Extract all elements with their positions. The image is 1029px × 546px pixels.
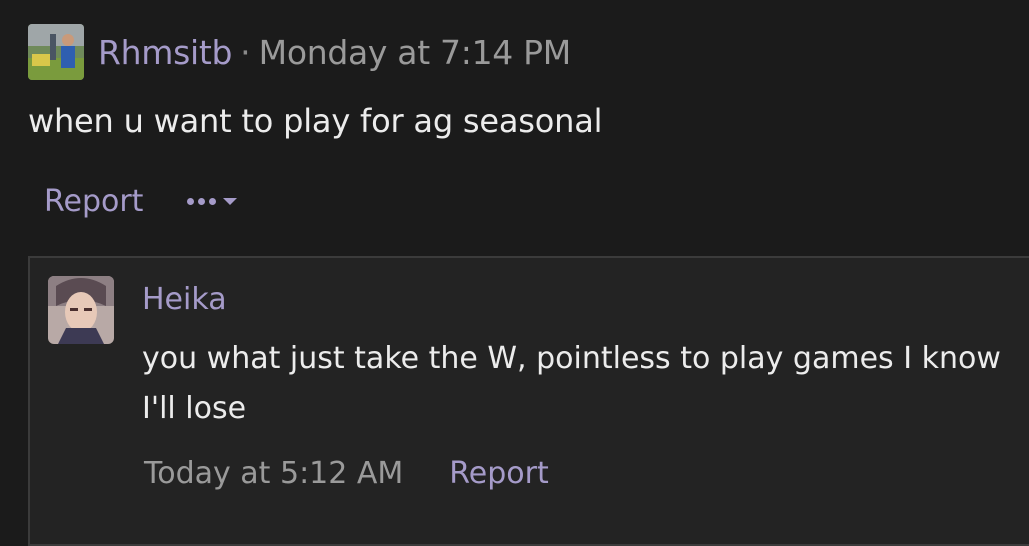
quoted-reply: Heika you what just take the W, pointles… — [28, 256, 1029, 546]
more-options-button[interactable] — [187, 197, 238, 207]
reply-author-avatar[interactable] — [48, 276, 114, 344]
reply-report-button[interactable]: Report — [449, 456, 548, 491]
reply-author-name[interactable]: Heika — [142, 282, 227, 317]
reply-timestamp[interactable]: Today at 5:12 AM — [144, 456, 403, 491]
reply-message: you what just take the W, pointless to p… — [142, 341, 1001, 426]
meta-separator: · — [240, 32, 251, 72]
forum-post: Rhmsitb · Monday at 7:14 PM when u want … — [0, 0, 1029, 546]
post-header: Rhmsitb · Monday at 7:14 PM — [28, 24, 571, 80]
post-actions: Report — [44, 184, 238, 219]
report-button[interactable]: Report — [44, 184, 143, 219]
ellipsis-icon — [187, 198, 217, 205]
post-message: when u want to play for ag seasonal — [28, 102, 603, 140]
author-avatar[interactable] — [28, 24, 84, 80]
post-timestamp[interactable]: Monday at 7:14 PM — [259, 33, 572, 72]
post-author-name[interactable]: Rhmsitb — [98, 33, 232, 72]
reply-footer: Today at 5:12 AM Report — [144, 456, 549, 491]
caret-down-icon — [223, 197, 238, 205]
